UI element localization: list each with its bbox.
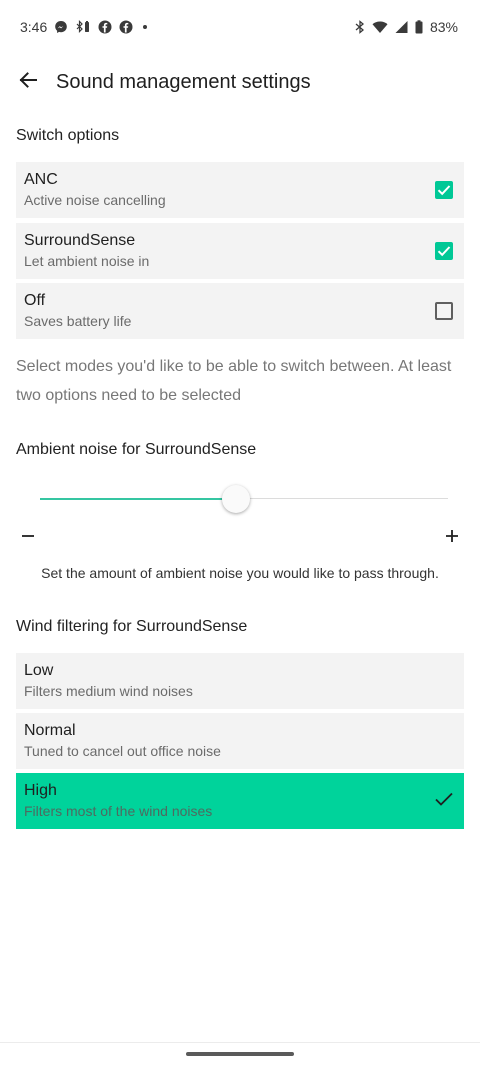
battery-percent: 83% bbox=[429, 19, 458, 35]
status-right: 83% bbox=[355, 19, 458, 35]
back-button[interactable] bbox=[0, 56, 56, 108]
bluetooth-battery-icon bbox=[75, 20, 91, 34]
switch-option-anc[interactable]: ANC Active noise cancelling bbox=[16, 162, 464, 218]
wind-option-low[interactable]: Low Filters medium wind noises bbox=[16, 653, 464, 709]
nav-divider bbox=[0, 1042, 480, 1043]
switch-options-title: Switch options bbox=[16, 127, 120, 144]
wifi-icon bbox=[372, 20, 388, 34]
wind-option-normal[interactable]: Normal Tuned to cancel out office noise bbox=[16, 713, 464, 769]
off-checkbox[interactable] bbox=[435, 302, 453, 320]
switch-option-off[interactable]: Off Saves battery life bbox=[16, 283, 464, 339]
increase-ambient-button[interactable] bbox=[440, 524, 464, 548]
switch-helper-text: Select modes you'd like to be able to sw… bbox=[16, 358, 452, 404]
option-sublabel: Let ambient noise in bbox=[24, 253, 150, 269]
option-label: Normal bbox=[24, 722, 76, 739]
gesture-nav-handle[interactable] bbox=[186, 1052, 294, 1056]
ambient-noise-title: Ambient noise for SurroundSense bbox=[16, 441, 257, 458]
option-sublabel: Filters most of the wind noises bbox=[24, 803, 213, 819]
app-bar: Sound management settings bbox=[0, 56, 480, 108]
decrease-ambient-button[interactable] bbox=[16, 524, 40, 548]
option-sublabel: Filters medium wind noises bbox=[24, 683, 193, 699]
ambient-noise-slider[interactable] bbox=[40, 485, 448, 513]
status-bar: 3:46 83% bbox=[0, 0, 480, 54]
option-label: Low bbox=[24, 662, 54, 679]
option-label: Off bbox=[24, 292, 46, 309]
page-title: Sound management settings bbox=[56, 70, 311, 93]
option-sublabel: Active noise cancelling bbox=[24, 192, 166, 208]
wind-filtering-title: Wind filtering for SurroundSense bbox=[16, 618, 248, 635]
signal-icon bbox=[395, 20, 408, 34]
option-sublabel: Tuned to cancel out office noise bbox=[24, 743, 221, 759]
facebook-icon bbox=[98, 20, 112, 34]
arrow-left-icon bbox=[19, 71, 37, 93]
option-label: High bbox=[24, 782, 57, 799]
option-label: ANC bbox=[24, 171, 58, 188]
status-time: 3:46 bbox=[20, 19, 48, 35]
battery-icon bbox=[415, 20, 423, 34]
anc-checkbox[interactable] bbox=[435, 181, 453, 199]
plus-icon bbox=[446, 530, 458, 542]
messenger-icon bbox=[54, 20, 68, 34]
facebook-icon bbox=[119, 20, 133, 34]
slider-thumb[interactable] bbox=[222, 485, 250, 513]
check-icon bbox=[434, 791, 454, 812]
wind-option-high[interactable]: High Filters most of the wind noises bbox=[16, 773, 464, 829]
slider-fill bbox=[40, 498, 236, 500]
check-icon bbox=[437, 246, 451, 257]
notification-dot-icon bbox=[140, 20, 150, 34]
option-sublabel: Saves battery life bbox=[24, 313, 132, 329]
option-label: SurroundSense bbox=[24, 232, 136, 249]
check-icon bbox=[437, 185, 451, 196]
switch-option-surroundsense[interactable]: SurroundSense Let ambient noise in bbox=[16, 223, 464, 279]
ambient-caption: Set the amount of ambient noise you woul… bbox=[41, 565, 439, 581]
minus-icon bbox=[22, 535, 34, 537]
status-left: 3:46 bbox=[20, 19, 150, 35]
surroundsense-checkbox[interactable] bbox=[435, 242, 453, 260]
bluetooth-icon bbox=[355, 20, 365, 34]
